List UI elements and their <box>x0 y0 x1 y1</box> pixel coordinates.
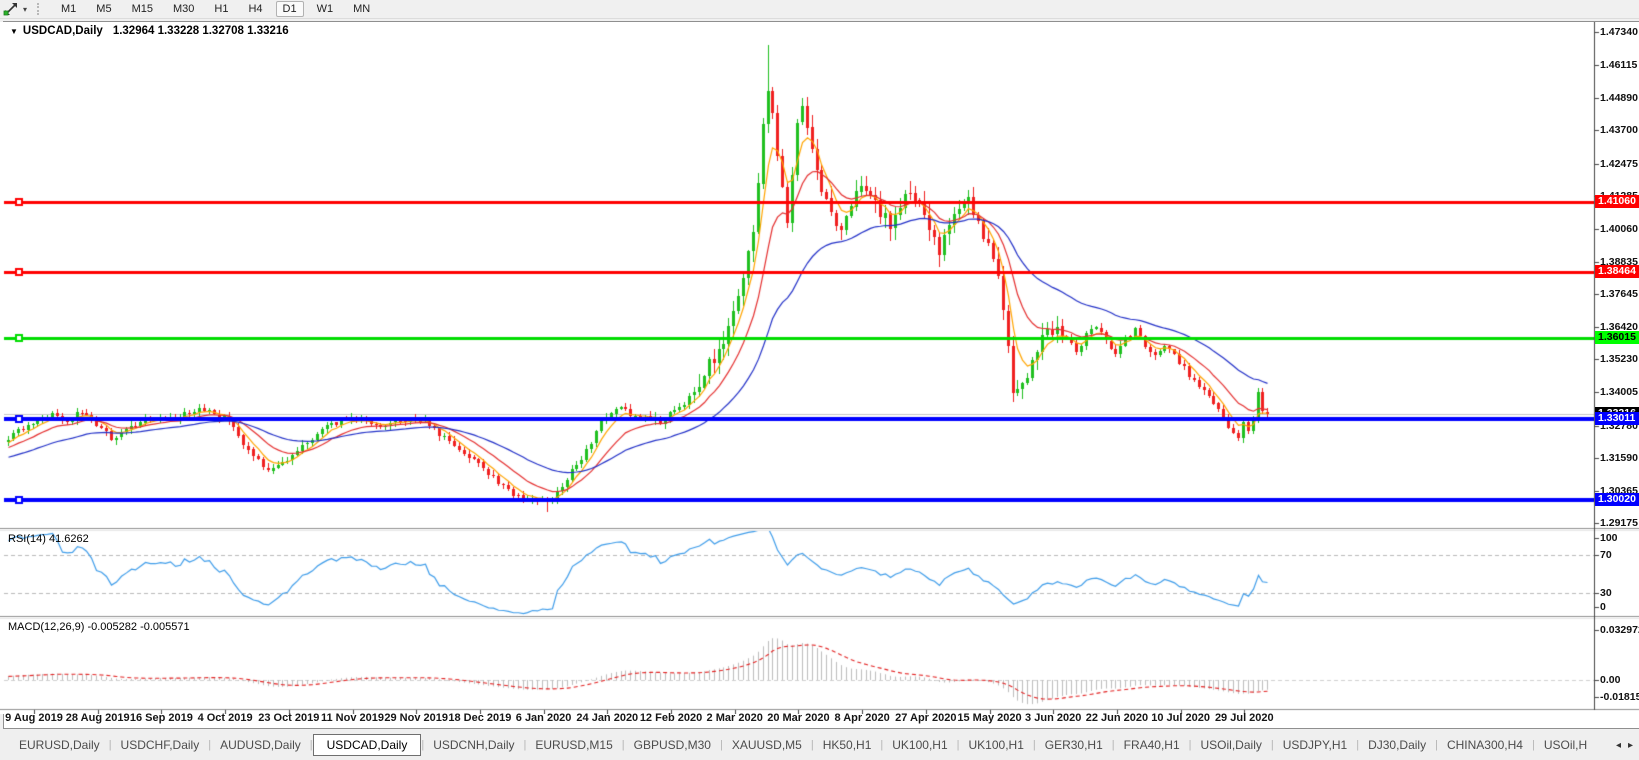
tab-uk100-h1[interactable]: UK100,H1 <box>883 735 956 755</box>
chart-symbol-label: USDCAD,Daily <box>22 25 103 37</box>
tab-fra40-h1[interactable]: FRA40,H1 <box>1115 735 1189 755</box>
tab-usdchf-daily[interactable]: USDCHF,Daily <box>112 735 209 755</box>
collapse-icon[interactable]: ▼ <box>10 27 18 36</box>
chart-title: ▼ USDCAD,Daily 1.32964 1.33228 1.32708 1… <box>10 25 289 37</box>
drawing-tool-icon[interactable] <box>3 1 19 17</box>
timeframe-mn[interactable]: MN <box>346 1 377 17</box>
toolbar-grip <box>37 3 42 15</box>
chart-canvas[interactable] <box>0 22 1639 714</box>
tab-usdcad-daily[interactable]: USDCAD,Daily <box>312 734 422 756</box>
price-axis-tick: 1.31590 <box>1600 452 1638 464</box>
rsi-label: RSI(14) 41.6262 <box>8 533 89 545</box>
time-axis-label: 18 Dec 2019 <box>448 712 512 724</box>
tab-eurusd-m15[interactable]: EURUSD,M15 <box>526 735 621 755</box>
time-axis-label: 3 Jun 2020 <box>1025 712 1082 724</box>
tab-uk100-h1[interactable]: UK100,H1 <box>960 735 1033 755</box>
timeframe-m15[interactable]: M15 <box>125 1 160 17</box>
timeframe-m5[interactable]: M5 <box>89 1 118 17</box>
tab-china300-h4[interactable]: CHINA300,H4 <box>1438 735 1532 755</box>
tab-usoil-daily[interactable]: USOil,Daily <box>1192 735 1271 755</box>
level-price-label: 1.36015 <box>1595 331 1639 344</box>
tab-xauusd-m5[interactable]: XAUUSD,M5 <box>723 735 811 755</box>
timeframe-h4[interactable]: H4 <box>241 1 269 17</box>
time-axis-label: 24 Jan 2020 <box>576 712 639 724</box>
rsi-axis-tick: 70 <box>1600 549 1612 561</box>
tab-usdcnh-daily[interactable]: USDCNH,Daily <box>424 735 523 755</box>
timeframe-m1[interactable]: M1 <box>54 1 83 17</box>
time-axis-label: 23 Oct 2019 <box>258 712 320 724</box>
time-axis-label: 29 Nov 2019 <box>384 712 448 724</box>
chart-tab-bar: EURUSD,Daily | USDCHF,Daily | AUDUSD,Daily | U… <box>0 730 1639 760</box>
chart-ohlc-values: 1.32964 1.33228 1.32708 1.33216 <box>112 25 289 37</box>
drawing-tool-group: ▾ <box>3 1 27 17</box>
time-axis-label: 11 Nov 2019 <box>321 712 384 724</box>
rsi-axis-tick: 100 <box>1600 532 1618 544</box>
time-axis-label: 2 Mar 2020 <box>706 712 763 724</box>
tab-hk50-h1[interactable]: HK50,H1 <box>814 735 881 755</box>
tab-usdjpy-h1[interactable]: USDJPY,H1 <box>1274 735 1356 755</box>
macd-axis-tick: 0.00 <box>1600 674 1621 686</box>
time-axis-label: 15 May 2020 <box>957 712 1022 724</box>
tab-dj30-daily[interactable]: DJ30,Daily <box>1359 735 1435 755</box>
time-axis-label: 6 Jan 2020 <box>515 712 572 724</box>
price-axis-tick: 1.42475 <box>1600 158 1638 170</box>
timeframe-d1[interactable]: D1 <box>275 1 304 17</box>
time-axis-label: 27 Apr 2020 <box>895 712 957 724</box>
timeframe-m30[interactable]: M30 <box>166 1 201 17</box>
price-axis-tick: 1.35230 <box>1600 353 1638 365</box>
price-axis-tick: 1.40060 <box>1600 223 1638 235</box>
tabs-scroll-right-icon[interactable]: ▸ <box>1628 740 1633 751</box>
level-price-label: 1.30020 <box>1595 493 1639 506</box>
time-axis-label: 10 Jul 2020 <box>1151 712 1210 724</box>
timeframe-buttons: M1 M5 M15 M30 H1 H4 D1 W1 MN <box>51 1 380 17</box>
price-axis-tick: 1.34005 <box>1600 386 1638 398</box>
tab-scroll-controls: ◂ ▸ <box>1611 730 1639 760</box>
rsi-axis-tick: 0 <box>1600 601 1606 613</box>
tool-dropdown-caret[interactable]: ▾ <box>23 5 27 14</box>
time-axis-label: 20 Mar 2020 <box>767 712 830 724</box>
price-axis-tick: 1.29175 <box>1600 517 1638 529</box>
price-axis-tick: 1.46115 <box>1600 59 1638 71</box>
tab-eurusd-daily[interactable]: EURUSD,Daily <box>10 735 109 755</box>
macd-axis-tick: 0.032972 <box>1600 624 1639 636</box>
time-axis-label: 4 Oct 2019 <box>197 712 253 724</box>
time-axis-label: 12 Feb 2020 <box>639 712 703 724</box>
rsi-axis-tick: 30 <box>1600 587 1612 599</box>
time-axis-label: 22 Jun 2020 <box>1085 712 1149 724</box>
time-axis-label: 16 Sep 2019 <box>129 712 193 724</box>
time-axis-label: 9 Aug 2019 <box>5 712 63 724</box>
price-axis-tick: 1.37645 <box>1600 288 1638 300</box>
time-axis-label: 29 Jul 2020 <box>1214 712 1274 724</box>
level-price-label: 1.33011 <box>1595 412 1639 425</box>
macd-label: MACD(12,26,9) -0.005282 -0.005571 <box>8 621 190 633</box>
window-border-bottom <box>3 728 1639 729</box>
timeframe-w1[interactable]: W1 <box>310 1 341 17</box>
price-axis-tick: 1.47340 <box>1600 26 1638 38</box>
macd-axis-tick: -0.018154 <box>1600 691 1639 703</box>
chart-tabs: EURUSD,Daily | USDCHF,Daily | AUDUSD,Daily | U… <box>10 734 1596 756</box>
tab-ger30-h1[interactable]: GER30,H1 <box>1036 735 1112 755</box>
tab-usoil-h[interactable]: USOil,H <box>1535 735 1596 755</box>
level-price-label: 1.38464 <box>1595 265 1639 278</box>
time-axis-label: 28 Aug 2019 <box>65 712 130 724</box>
level-price-label: 1.41060 <box>1595 195 1639 208</box>
top-toolbar: ▾ M1 M5 M15 M30 H1 H4 D1 W1 MN <box>0 0 1639 19</box>
tabs-scroll-left-icon[interactable]: ◂ <box>1616 740 1621 751</box>
tab-audusd-daily[interactable]: AUDUSD,Daily <box>211 735 310 755</box>
tab-gbpusd-m30[interactable]: GBPUSD,M30 <box>625 735 720 755</box>
time-axis-label: 8 Apr 2020 <box>834 712 890 724</box>
timeframe-h1[interactable]: H1 <box>207 1 235 17</box>
price-axis-tick: 1.44890 <box>1600 92 1638 104</box>
price-axis-tick: 1.43700 <box>1600 124 1638 136</box>
